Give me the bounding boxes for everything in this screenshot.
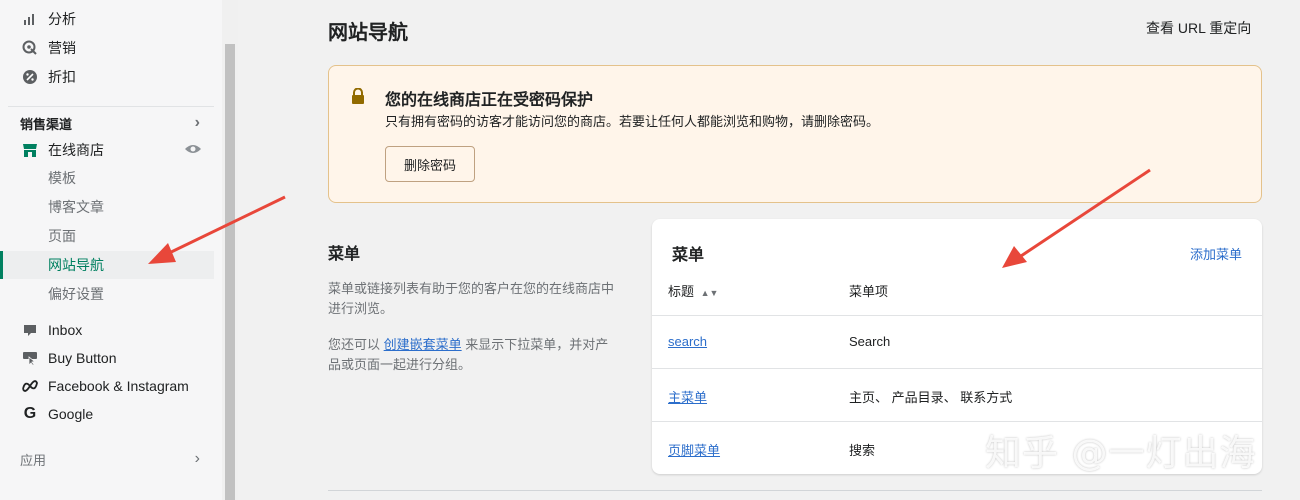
table-row: search Search	[652, 315, 1262, 368]
sort-icon: ▲▼	[700, 288, 719, 298]
sidebar-item-label: 折扣	[48, 69, 76, 85]
sidebar-item-label: 营销	[48, 40, 76, 56]
section-divider	[328, 490, 1262, 491]
store-icon	[21, 141, 39, 159]
menu-title-link[interactable]: search	[668, 334, 707, 349]
chevron-right-icon: ›	[194, 450, 200, 467]
apps-heading[interactable]: 应用 ›	[20, 450, 200, 469]
sidebar-item-label: 模板	[48, 170, 76, 186]
sidebar-item-preferences[interactable]: 偏好设置	[0, 280, 214, 308]
sidebar-item-label: 页面	[48, 228, 76, 244]
sidebar-item-label: 网站导航	[48, 257, 104, 273]
sidebar-item-inbox[interactable]: Inbox	[0, 316, 214, 344]
sidebar-item-facebook-instagram[interactable]: Facebook & Instagram	[0, 372, 214, 400]
sidebar-item-label: Facebook & Instagram	[48, 378, 189, 394]
divider	[8, 106, 214, 107]
bar-chart-icon	[21, 10, 39, 28]
eye-icon[interactable]	[184, 142, 202, 158]
desc-prefix: 您还可以	[328, 337, 381, 352]
sidebar-item-buy-button[interactable]: Buy Button	[0, 344, 214, 372]
nested-menu-description: 您还可以 创建嵌套菜单 来显示下拉菜单，并对产品或页面一起进行分组。	[328, 335, 620, 375]
target-icon	[21, 39, 39, 57]
meta-icon	[21, 377, 39, 395]
menu-items-cell: 主页、 产品目录、 联系方式	[849, 390, 1013, 405]
watermark: 知乎 @一灯出海	[985, 433, 1257, 474]
column-header-items: 菜单项	[849, 284, 889, 299]
apps-label: 应用	[20, 453, 47, 468]
column-header-title[interactable]: 标题 ▲▼	[668, 281, 718, 300]
sidebar-item-label: Buy Button	[48, 350, 117, 366]
menus-section-description: 菜单或链接列表有助于您的客户在您的在线商店中进行浏览。	[328, 281, 615, 316]
sidebar-item-label: 博客文章	[48, 199, 104, 215]
menu-items-cell: 搜索	[849, 443, 876, 458]
banner-description: 只有拥有密码的访客才能访问您的商店。若要让任何人都能浏览和购物，请删除密码。	[385, 114, 880, 129]
page-title: 网站导航	[328, 22, 408, 44]
menus-section-title: 菜单	[328, 246, 361, 263]
table-row: 主菜单 主页、 产品目录、 联系方式	[652, 368, 1262, 421]
inbox-icon	[21, 321, 39, 339]
sidebar-item-themes[interactable]: 模板	[0, 164, 214, 192]
scrollbar-thumb[interactable]	[225, 44, 235, 500]
create-nested-menu-link[interactable]: 创建嵌套菜单	[384, 337, 462, 352]
add-menu-link[interactable]: 添加菜单	[1190, 244, 1242, 263]
sidebar-item-marketing[interactable]: 营销	[0, 34, 214, 62]
sidebar-item-navigation[interactable]: 网站导航	[0, 251, 214, 279]
sidebar-item-blog-posts[interactable]: 博客文章	[0, 193, 214, 221]
banner-title: 您的在线商店正在受密码保护	[385, 92, 594, 109]
menu-title-link[interactable]: 主菜单	[668, 387, 707, 406]
sales-channels-label: 销售渠道	[20, 117, 73, 132]
sidebar-item-analytics[interactable]: 分析	[0, 5, 214, 33]
lock-icon	[351, 87, 365, 109]
menu-items-cell: Search	[849, 334, 891, 349]
password-protection-banner: 您的在线商店正在受密码保护 只有拥有密码的访客才能访问您的商店。若要让任何人都能…	[328, 65, 1262, 203]
sidebar-item-label: 在线商店	[48, 142, 104, 158]
buy-button-icon	[21, 349, 39, 367]
sidebar: 分析 营销 折扣 销售渠道 › 在线商店 模板 博客文章 页面 网站导航 偏好设…	[0, 0, 222, 500]
sales-channels-heading[interactable]: 销售渠道 ›	[20, 114, 200, 133]
sidebar-item-discounts[interactable]: 折扣	[0, 63, 214, 91]
sidebar-scrollbar[interactable]	[222, 0, 238, 500]
remove-password-button[interactable]: 删除密码	[385, 146, 475, 182]
chevron-right-icon: ›	[194, 114, 200, 131]
sidebar-item-label: Inbox	[48, 322, 83, 338]
column-label: 标题	[668, 284, 695, 299]
sidebar-item-label: 偏好设置	[48, 286, 104, 302]
sidebar-item-label: Google	[48, 406, 94, 422]
sidebar-item-online-store[interactable]: 在线商店	[0, 136, 214, 164]
sidebar-item-label: 分析	[48, 11, 76, 27]
menus-card-title: 菜单	[672, 247, 705, 264]
sidebar-item-pages[interactable]: 页面	[0, 222, 214, 250]
discount-icon	[21, 68, 39, 86]
url-redirects-link[interactable]: 查看 URL 重定向	[1146, 18, 1251, 38]
sidebar-item-google[interactable]: G Google	[0, 400, 214, 428]
menu-title-link[interactable]: 页脚菜单	[668, 440, 720, 459]
google-icon: G	[23, 405, 37, 422]
